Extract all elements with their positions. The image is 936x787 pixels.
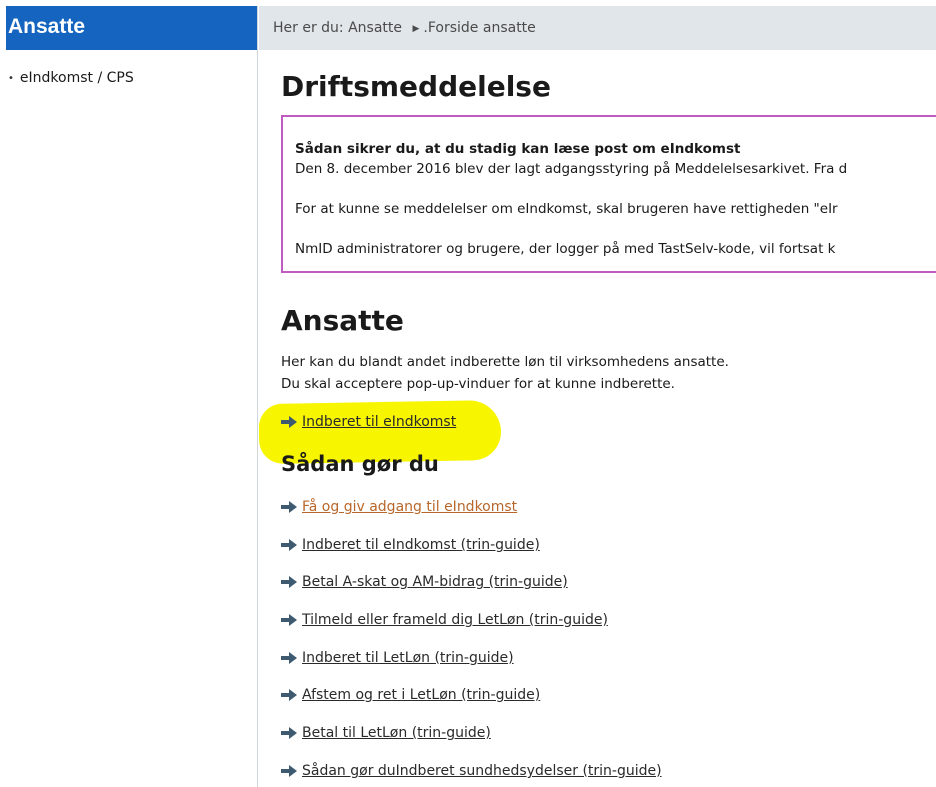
howto-link-tilmeld-letlon[interactable]: Tilmeld eller frameld dig LetLøn (trin-g… [280, 609, 608, 631]
main-content: Driftsmeddelelse Sådan sikrer du, at du … [259, 50, 936, 787]
section-heading: Ansatte [281, 304, 404, 337]
notice-line-2: For at kunne se meddelelser om eIndkomst… [295, 201, 838, 217]
howto-link-label: Betal A-skat og AM-bidrag (trin-guide) [302, 574, 568, 590]
breadcrumb-prefix: Her er du: [273, 20, 344, 36]
howto-link-betal-askat[interactable]: Betal A-skat og AM-bidrag (trin-guide) [280, 571, 568, 593]
right-arrow-icon [281, 614, 297, 626]
triangle-right-icon: ▶ [412, 24, 420, 34]
notice-box: Sådan sikrer du, at du stadig kan læse p… [281, 115, 936, 273]
howto-link-label: Betal til LetLøn (trin-guide) [302, 725, 491, 741]
right-arrow-icon [281, 416, 297, 428]
howto-link-label: Sådan gør duIndberet sundhedsydelser (tr… [302, 763, 662, 779]
howto-link-betal-letlon[interactable]: Betal til LetLøn (trin-guide) [280, 722, 491, 744]
right-arrow-icon [281, 576, 297, 588]
notice-line-1: Den 8. december 2016 blev der lagt adgan… [295, 161, 848, 177]
right-arrow-icon [281, 652, 297, 664]
right-arrow-icon [281, 727, 297, 739]
intro-line-2: Du skal acceptere pop-up-vinduer for at … [281, 376, 675, 392]
breadcrumb-item-forside-ansatte: .Forside ansatte [423, 20, 536, 36]
howto-link-label: Få og giv adgang til eIndkomst [302, 499, 518, 515]
indberet-eindkomst-link[interactable]: Indberet til eIndkomst [280, 411, 456, 433]
sidebar-title: Ansatte [6, 6, 257, 50]
sidebar-list: • eIndkomst / CPS [6, 50, 257, 88]
howto-link-label: Afstem og ret i LetLøn (trin-guide) [302, 687, 541, 703]
howto-link-indberet-eindkomst[interactable]: Indberet til eIndkomst (trin-guide) [280, 534, 540, 556]
right-arrow-icon [281, 765, 297, 777]
howto-link-afstem-letlon[interactable]: Afstem og ret i LetLøn (trin-guide) [280, 684, 540, 706]
howto-link-label: Indberet til LetLøn (trin-guide) [302, 650, 514, 666]
howto-link-adgang[interactable]: Få og giv adgang til eIndkomst [280, 496, 517, 518]
howto-link-indberet-letlon[interactable]: Indberet til LetLøn (trin-guide) [280, 647, 514, 669]
sidebar: Ansatte • eIndkomst / CPS [6, 6, 258, 787]
breadcrumb: Her er du: Ansatte ▶ .Forside ansatte [259, 6, 936, 50]
sidebar-item-label: eIndkomst / CPS [19, 70, 134, 86]
notice-line-3: NmID administratorer og brugere, der log… [295, 241, 836, 257]
notice-heading: Driftsmeddelelse [281, 70, 551, 103]
breadcrumb-item-ansatte[interactable]: Ansatte [348, 20, 402, 36]
intro-line-1: Her kan du blandt andet indberette løn t… [281, 354, 729, 370]
right-arrow-icon [281, 689, 297, 701]
notice-title: Sådan sikrer du, at du stadig kan læse p… [295, 141, 741, 157]
howto-link-label: Tilmeld eller frameld dig LetLøn (trin-g… [302, 612, 608, 628]
right-arrow-icon [281, 539, 297, 551]
howto-link-sundhedsydelser[interactable]: Sådan gør duIndberet sundhedsydelser (tr… [280, 760, 662, 782]
right-arrow-icon [281, 501, 297, 513]
sidebar-item-eindkomst-cps[interactable]: • eIndkomst / CPS [6, 68, 257, 88]
bullet-icon: • [8, 72, 14, 84]
indberet-eindkomst-link-label: Indberet til eIndkomst [302, 414, 457, 430]
howto-heading: Sådan gør du [281, 452, 439, 476]
howto-link-label: Indberet til eIndkomst (trin-guide) [302, 537, 540, 553]
